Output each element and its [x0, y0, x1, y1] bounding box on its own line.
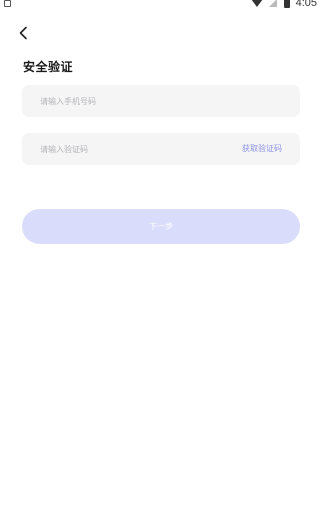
get-code-button[interactable]: 获取验证码 — [242, 133, 282, 165]
status-bar: 4:05 — [0, 0, 320, 12]
back-button[interactable] — [15, 24, 33, 42]
verification-code-input[interactable] — [40, 133, 220, 165]
code-input-row: 获取验证码 — [22, 133, 300, 165]
signal-icon — [268, 0, 277, 7]
notification-icon — [4, 0, 11, 7]
page-title: 安全验证 — [23, 60, 74, 74]
battery-icon — [283, 0, 290, 8]
status-time: 4:05 — [295, 0, 317, 9]
phone-input[interactable] — [40, 85, 280, 117]
wifi-icon — [250, 0, 263, 7]
status-indicators: 4:05 — [250, 0, 317, 9]
chevron-left-icon — [19, 26, 27, 40]
next-step-button[interactable]: 下一步 — [22, 209, 300, 244]
phone-input-row — [22, 85, 300, 117]
